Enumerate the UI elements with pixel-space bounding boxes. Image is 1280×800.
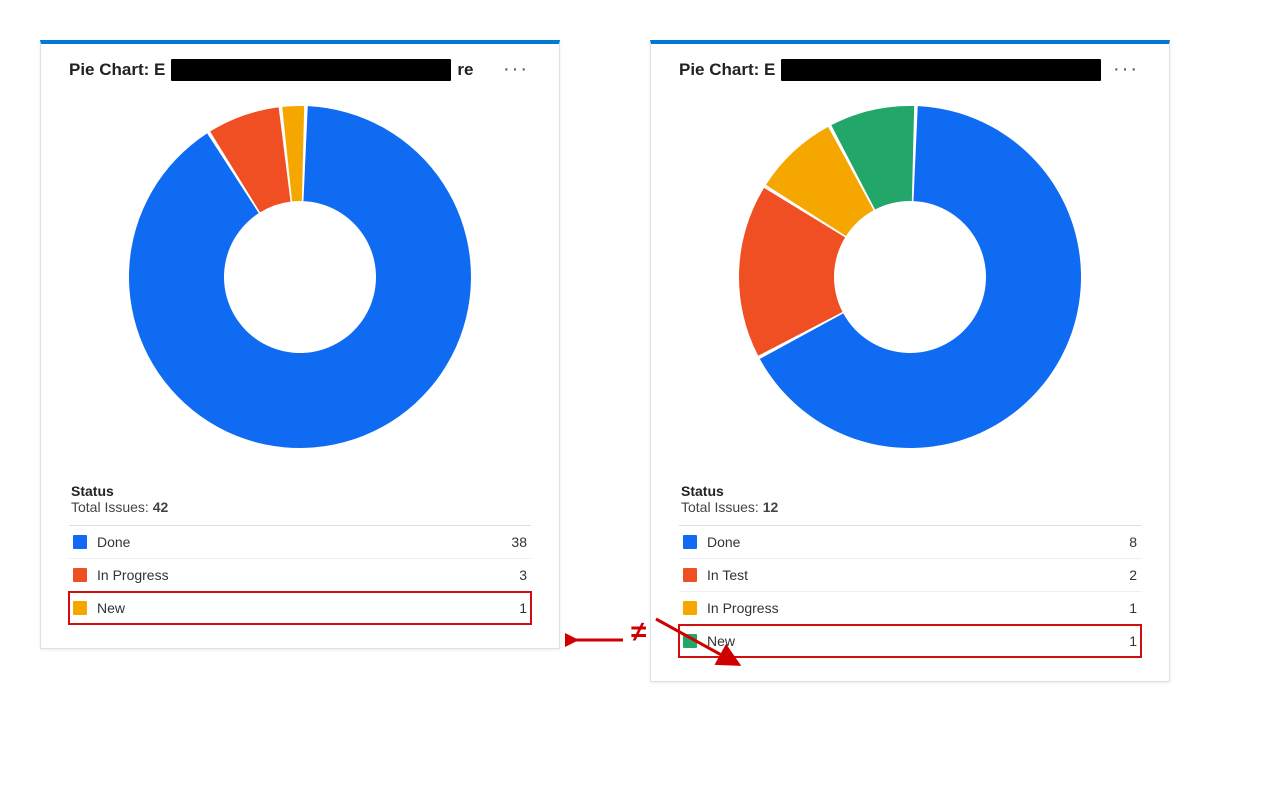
legend-swatch xyxy=(683,634,697,648)
card-title: Pie Chart: E re xyxy=(69,59,473,81)
legend-label: Done xyxy=(707,534,1097,550)
legend-value: 1 xyxy=(1097,633,1137,649)
legend: Done8In Test2In Progress1New1 xyxy=(679,525,1141,657)
legend-row[interactable]: Done38 xyxy=(69,526,531,559)
legend-row[interactable]: New1 xyxy=(679,625,1141,657)
legend: Done38In Progress3New1 xyxy=(69,525,531,624)
total-issues: Total Issues: 42 xyxy=(69,499,531,515)
legend-value: 38 xyxy=(487,534,527,550)
legend-value: 3 xyxy=(487,567,527,583)
redaction-bar xyxy=(171,59,451,81)
legend-swatch xyxy=(683,568,697,582)
title-prefix: Pie Chart: E xyxy=(69,60,165,80)
card-title: Pie Chart: E xyxy=(679,59,1107,81)
legend-row[interactable]: Done8 xyxy=(679,526,1141,559)
pie-card-left: Pie Chart: E re ··· Status Total Issues:… xyxy=(40,40,560,649)
legend-swatch xyxy=(683,601,697,615)
donut-wrap xyxy=(69,87,531,477)
legend-swatch xyxy=(73,535,87,549)
donut-wrap xyxy=(679,87,1141,477)
legend-label: In Test xyxy=(707,567,1097,583)
card-header: Pie Chart: E ··· xyxy=(679,58,1141,81)
title-prefix: Pie Chart: E xyxy=(679,60,775,80)
legend-row[interactable]: In Progress3 xyxy=(69,559,531,592)
legend-label: Done xyxy=(97,534,487,550)
legend-swatch xyxy=(73,601,87,615)
legend-label: In Progress xyxy=(97,567,487,583)
legend-swatch xyxy=(73,568,87,582)
dashboard-canvas: Pie Chart: E re ··· Status Total Issues:… xyxy=(40,40,1240,682)
redaction-bar xyxy=(781,59,1101,81)
total-label: Total Issues: xyxy=(681,499,759,515)
total-issues: Total Issues: 12 xyxy=(679,499,1141,515)
legend-label: New xyxy=(707,633,1097,649)
title-suffix: re xyxy=(457,60,473,80)
legend-value: 1 xyxy=(487,600,527,616)
status-heading: Status xyxy=(69,483,531,499)
legend-label: New xyxy=(97,600,487,616)
more-menu-icon[interactable]: ··· xyxy=(1111,58,1141,81)
total-label: Total Issues: xyxy=(71,499,149,515)
card-header: Pie Chart: E re ··· xyxy=(69,58,531,81)
legend-row[interactable]: In Progress1 xyxy=(679,592,1141,625)
legend-row[interactable]: New1 xyxy=(69,592,531,624)
total-value: 12 xyxy=(763,499,779,515)
legend-row[interactable]: In Test2 xyxy=(679,559,1141,592)
pie-card-right: Pie Chart: E ··· Status Total Issues: 12… xyxy=(650,40,1170,682)
status-heading: Status xyxy=(679,483,1141,499)
legend-swatch xyxy=(683,535,697,549)
donut-chart xyxy=(110,87,490,467)
legend-label: In Progress xyxy=(707,600,1097,616)
total-value: 42 xyxy=(153,499,169,515)
legend-value: 2 xyxy=(1097,567,1137,583)
more-menu-icon[interactable]: ··· xyxy=(501,58,531,81)
legend-value: 8 xyxy=(1097,534,1137,550)
legend-value: 1 xyxy=(1097,600,1137,616)
donut-chart xyxy=(720,87,1100,467)
